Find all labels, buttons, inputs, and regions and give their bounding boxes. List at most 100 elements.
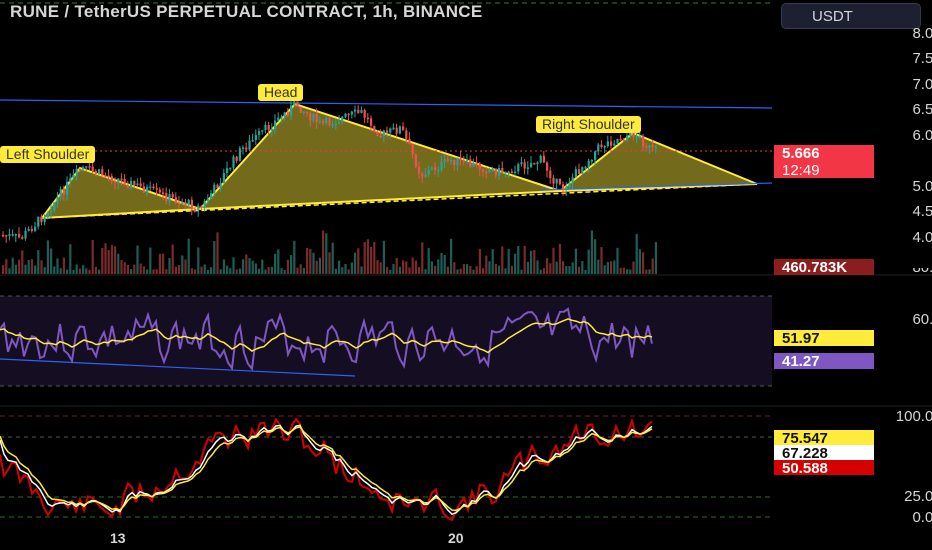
volume-bar — [626, 269, 629, 274]
candle-body — [536, 162, 539, 164]
candle-body — [581, 167, 584, 174]
volume-bar — [258, 268, 261, 274]
right-shoulder-label[interactable]: Right Shoulder — [536, 116, 641, 133]
candle-body — [264, 124, 267, 131]
candle-body — [286, 112, 289, 116]
candle-body — [363, 109, 366, 118]
candle-body — [334, 123, 337, 126]
candle-body — [232, 156, 235, 168]
volume-bar — [357, 248, 360, 274]
candle-body — [507, 171, 510, 174]
candle-body — [526, 167, 529, 169]
volume-bar — [158, 253, 161, 274]
candle-body — [194, 209, 197, 211]
volume-bar — [75, 264, 78, 274]
candle-body — [197, 205, 200, 210]
volume-bar — [59, 268, 62, 274]
candle-body — [142, 186, 145, 193]
candle-body — [56, 196, 59, 203]
candle-body — [366, 117, 369, 120]
candle-body — [283, 112, 286, 118]
volume-bar — [24, 264, 27, 274]
volume-bar — [619, 267, 622, 274]
volume-bar — [581, 261, 584, 274]
candle-body — [565, 187, 568, 190]
volume-bar — [248, 258, 251, 274]
countdown-badge: 12:49 — [774, 162, 874, 179]
volume-bar — [238, 268, 241, 274]
candle-body — [168, 194, 171, 202]
volume-bar — [213, 241, 216, 274]
candle-body — [523, 162, 526, 169]
candle-body — [530, 163, 533, 168]
volume-bar — [165, 269, 168, 274]
candle-body — [94, 170, 97, 174]
candle-body — [206, 199, 209, 201]
candle-body — [30, 228, 33, 232]
candle-body — [78, 168, 81, 171]
candle-body — [82, 167, 85, 170]
candle-body — [437, 169, 440, 172]
candle-body — [18, 233, 21, 238]
volume-bar — [299, 264, 302, 274]
candle-body — [235, 156, 238, 161]
volume-bar — [290, 254, 293, 274]
volume-bar — [494, 263, 497, 274]
volume-bar — [549, 263, 552, 274]
candle-body — [59, 188, 62, 197]
volume-bar — [574, 248, 577, 274]
rsi-axis-label: 60.00 — [912, 311, 932, 328]
volume-bar — [488, 261, 491, 274]
candle-body — [338, 122, 341, 124]
date-label: 13 — [110, 530, 126, 546]
candle-body — [446, 159, 449, 161]
candle-body — [514, 171, 517, 174]
volume-bar — [210, 267, 213, 274]
candle-body — [136, 183, 139, 186]
candle-body — [504, 171, 507, 174]
candle-body — [552, 177, 555, 184]
candle-body — [139, 183, 142, 187]
candle-body — [88, 166, 91, 168]
volume-bar — [98, 269, 101, 274]
candle-body — [373, 125, 376, 132]
volume-badge: 460.783K — [774, 259, 874, 276]
candle-body — [72, 174, 75, 179]
candle-body — [184, 202, 187, 206]
stoch-mid-badge: 67.228 — [774, 445, 874, 462]
volume-bar — [331, 242, 334, 274]
volume-bar — [334, 268, 337, 274]
candle-body — [539, 155, 542, 163]
volume-bar — [328, 252, 331, 274]
volume-bar — [603, 265, 606, 274]
volume-bar — [200, 266, 203, 274]
volume-bar — [405, 261, 408, 274]
rsi-ma-badge: 51.97 — [774, 330, 874, 347]
volume-bar — [638, 249, 641, 274]
candle-body — [315, 113, 318, 123]
volume-bar — [27, 260, 30, 274]
candle-body — [594, 151, 597, 160]
candle-body — [104, 175, 107, 177]
candle-body — [645, 146, 648, 148]
candle-body — [469, 159, 472, 167]
volume-bar — [274, 253, 277, 274]
volume-bar — [450, 238, 453, 274]
volume-bar — [606, 261, 609, 274]
volume-bar — [261, 259, 264, 274]
candle-body — [635, 136, 638, 138]
volume-bar — [309, 248, 312, 274]
volume-bar — [645, 269, 648, 274]
left-shoulder-label[interactable]: Left Shoulder — [0, 146, 96, 163]
volume-bar — [34, 265, 37, 274]
head-label[interactable]: Head — [258, 84, 304, 101]
volume-bar — [94, 266, 97, 274]
volume-bar — [114, 246, 117, 274]
volume-bar — [510, 265, 513, 274]
volume-bar — [376, 260, 379, 274]
volume-bar — [101, 247, 104, 274]
volume-bar — [568, 266, 571, 274]
volume-bar — [536, 260, 539, 274]
candle-body — [299, 106, 302, 113]
volume-bar — [187, 238, 190, 274]
